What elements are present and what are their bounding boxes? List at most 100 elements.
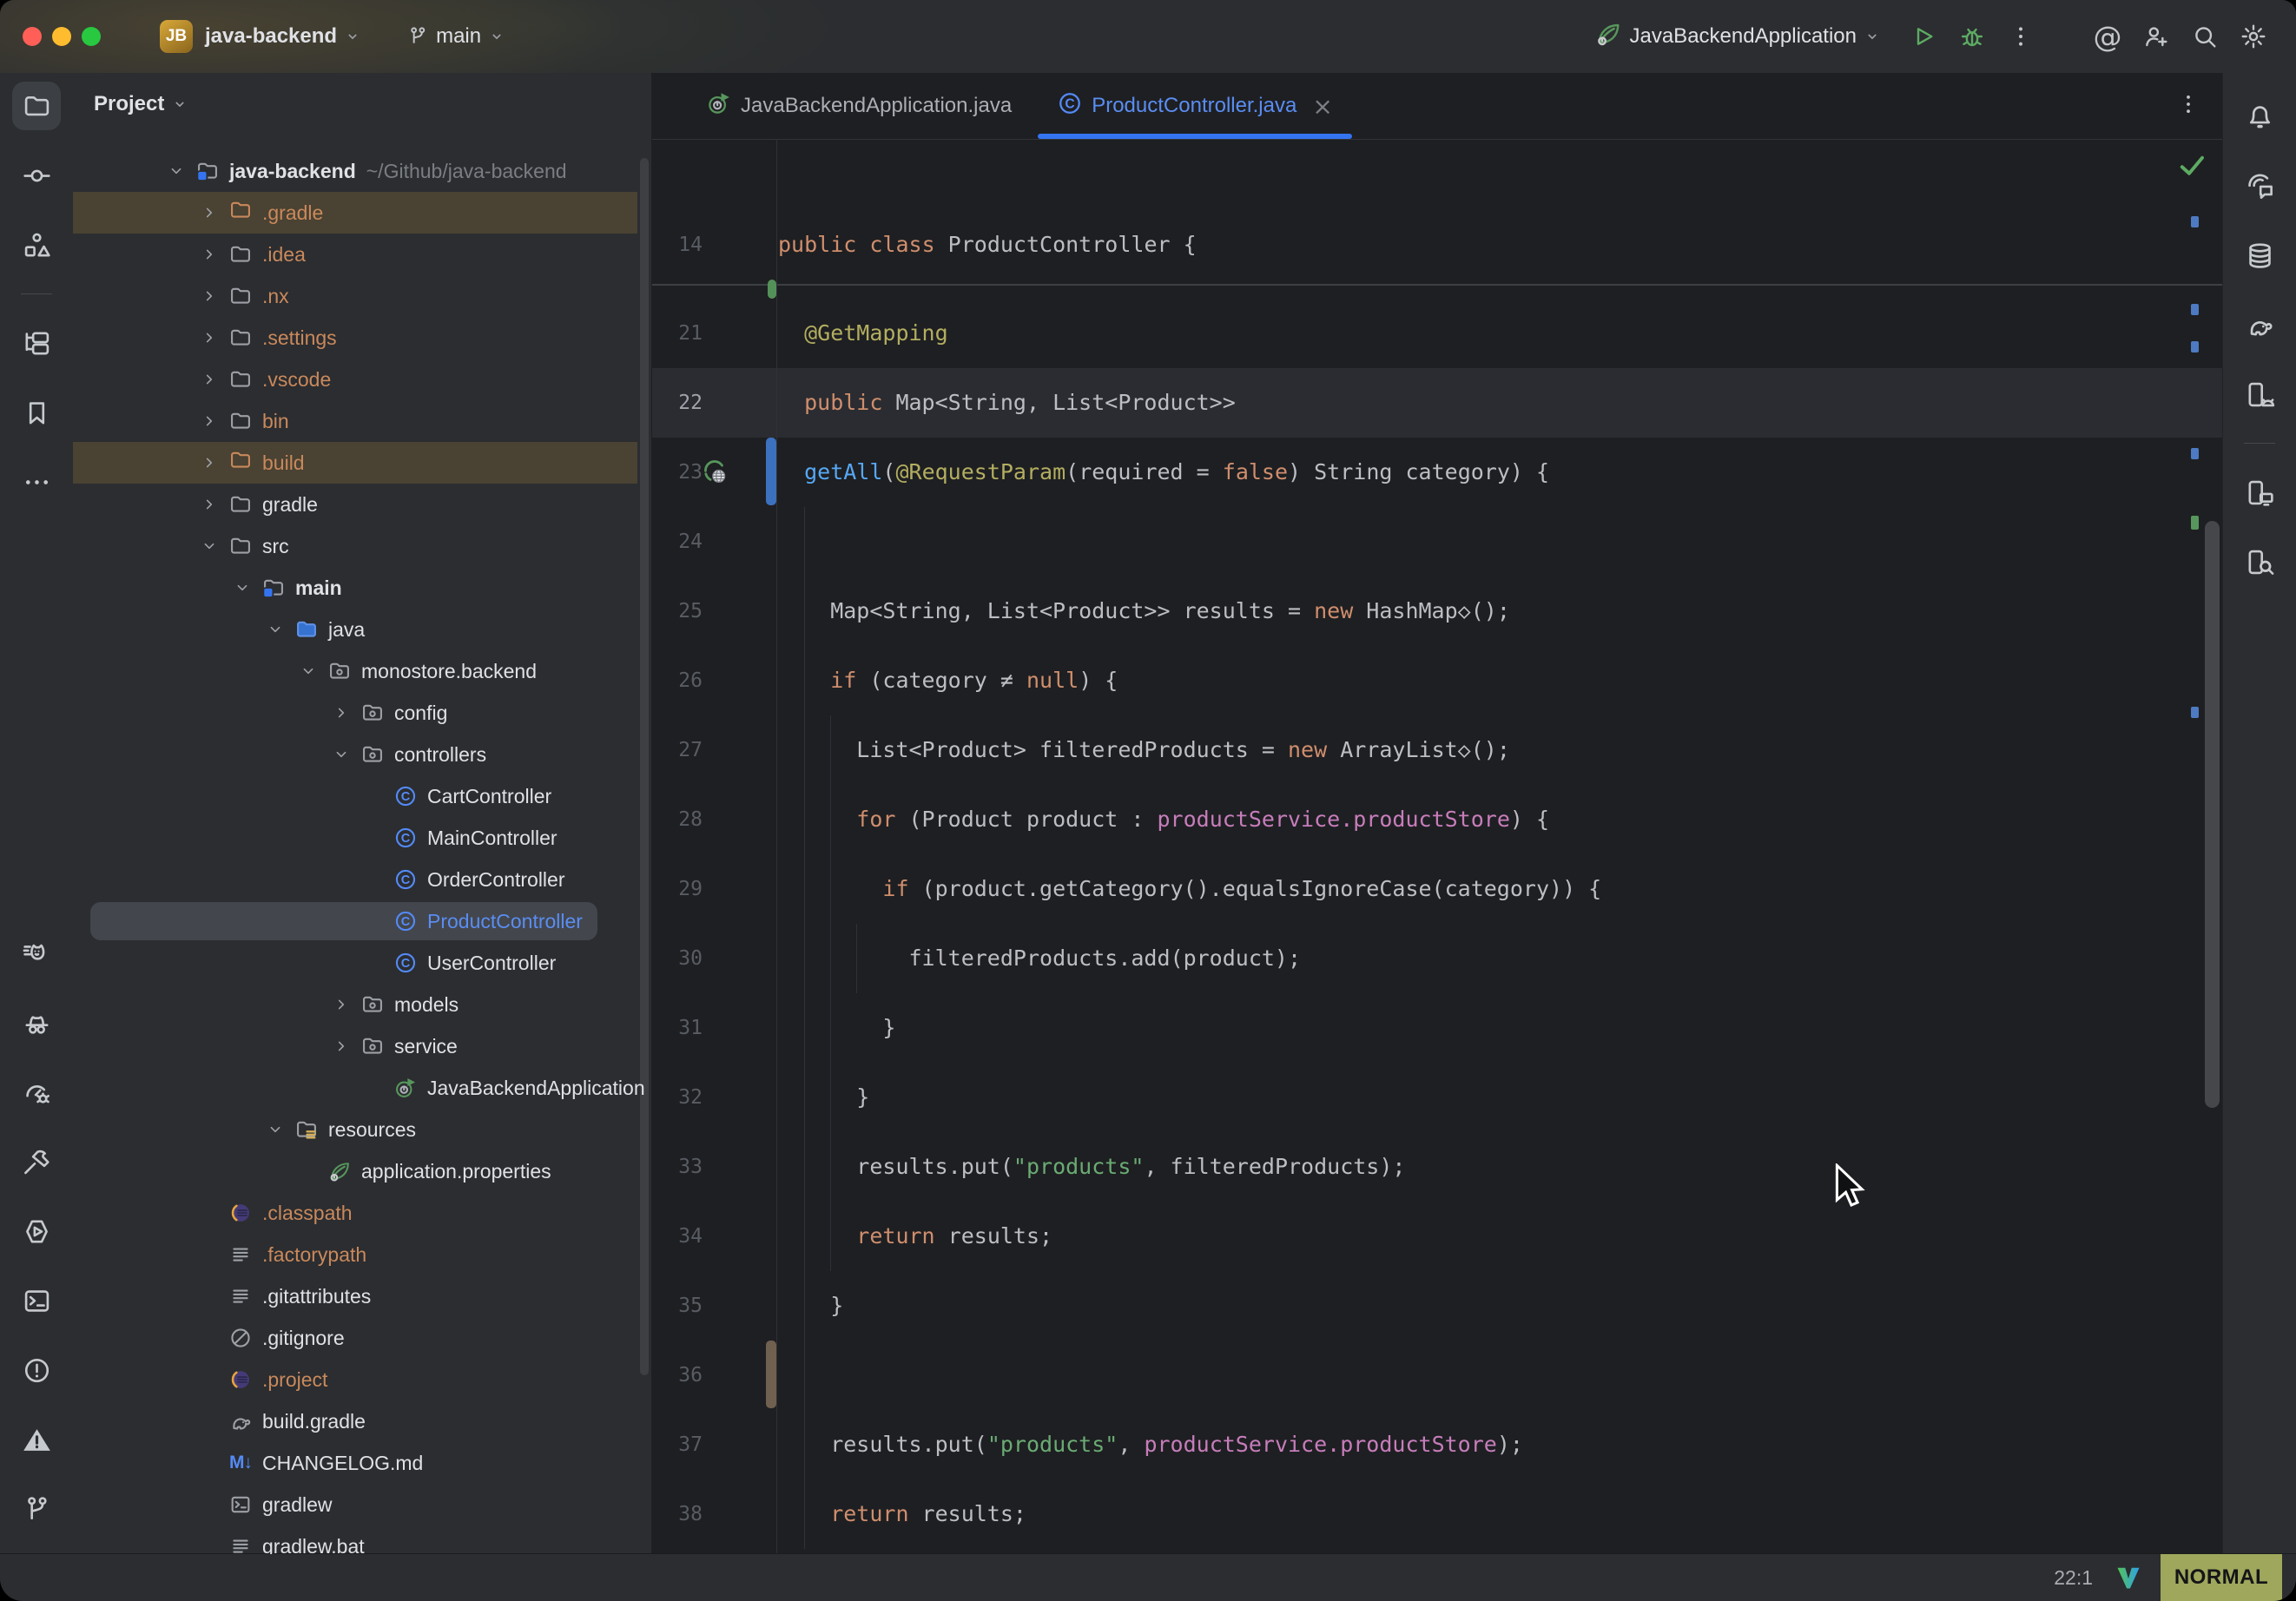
code-line-35[interactable]: } bbox=[652, 1271, 2187, 1341]
project-panel-header[interactable]: Project bbox=[94, 92, 188, 116]
chevron-down-icon[interactable] bbox=[158, 161, 195, 181]
project-icon[interactable] bbox=[12, 82, 61, 130]
tree-item-.factorypath[interactable]: .factorypath bbox=[73, 1234, 637, 1275]
chevron-right-icon[interactable] bbox=[191, 412, 228, 431]
editor-scrollbar[interactable] bbox=[2205, 521, 2220, 1108]
more-icon[interactable] bbox=[12, 458, 61, 506]
code-with-me-button[interactable] bbox=[2136, 16, 2176, 56]
tree-item-.gitignore[interactable]: .gitignore bbox=[73, 1317, 637, 1359]
database-icon[interactable] bbox=[2235, 231, 2284, 280]
vim-mode-badge[interactable]: NORMAL bbox=[2161, 1554, 2282, 1601]
tree-item-CHANGELOG.md[interactable]: M↓CHANGELOG.md bbox=[73, 1442, 637, 1484]
tree-item-.project[interactable]: .project bbox=[73, 1359, 637, 1400]
warnings-icon[interactable] bbox=[12, 1415, 61, 1464]
close-tab-icon[interactable]: × bbox=[1312, 92, 1332, 121]
caret-position[interactable]: 22:1 bbox=[2054, 1566, 2093, 1590]
tree-item-.nx[interactable]: .nx bbox=[73, 275, 637, 317]
tree-item-config[interactable]: config bbox=[73, 692, 637, 734]
error-stripe-mark[interactable] bbox=[2191, 304, 2199, 315]
code-line-23[interactable]: getAll(@RequestParam(required = false) S… bbox=[652, 438, 2187, 507]
notifications-icon[interactable] bbox=[2235, 92, 2284, 141]
ai-assistant-button[interactable]: @ bbox=[2088, 16, 2128, 56]
code-line-24[interactable] bbox=[652, 507, 2187, 576]
run-button[interactable] bbox=[1903, 16, 1943, 56]
chevron-right-icon[interactable] bbox=[191, 245, 228, 264]
bookmarks-icon[interactable] bbox=[12, 388, 61, 437]
error-stripe-mark[interactable] bbox=[2191, 216, 2199, 227]
ideavim-icon[interactable] bbox=[2115, 1565, 2141, 1591]
tree-item-.vscode[interactable]: .vscode bbox=[73, 359, 637, 400]
chevron-down-icon[interactable] bbox=[257, 1120, 294, 1139]
close-window-button[interactable] bbox=[23, 27, 42, 46]
chevron-down-icon[interactable] bbox=[191, 537, 228, 556]
commit-icon[interactable] bbox=[12, 151, 61, 200]
services-icon[interactable] bbox=[12, 1207, 61, 1255]
tree-item-ProductController[interactable]: CProductController bbox=[73, 900, 637, 942]
spring-endpoint-icon[interactable] bbox=[703, 459, 729, 485]
code-line-22[interactable]: public Map<String, List<Product>> bbox=[652, 368, 2187, 438]
tree-item-gradlew.bat[interactable]: gradlew.bat bbox=[73, 1525, 637, 1554]
debug-button[interactable] bbox=[1952, 16, 1992, 56]
tree-item-bin[interactable]: bin bbox=[73, 400, 637, 442]
editor-tab-ProductController.java[interactable]: CProductController.java× bbox=[1034, 73, 1356, 139]
chevron-right-icon[interactable] bbox=[191, 203, 228, 222]
chevron-right-icon[interactable] bbox=[191, 287, 228, 306]
code-line-34[interactable]: return results; bbox=[652, 1202, 2187, 1271]
chevron-right-icon[interactable] bbox=[323, 1037, 360, 1056]
code-line-37[interactable]: results.put("products", productService.p… bbox=[652, 1410, 2187, 1479]
vcs-change-marker[interactable] bbox=[766, 1341, 776, 1408]
vcs-change-marker[interactable] bbox=[766, 438, 776, 505]
tree-item-build[interactable]: build bbox=[73, 442, 637, 484]
vcs-change-marker[interactable] bbox=[768, 280, 776, 299]
zoom-window-button[interactable] bbox=[82, 27, 101, 46]
chevron-right-icon[interactable] bbox=[191, 453, 228, 472]
code-line-30[interactable]: filteredProducts.add(product); bbox=[652, 924, 2187, 993]
code-line-36[interactable] bbox=[652, 1341, 2187, 1410]
tree-item-UserController[interactable]: CUserController bbox=[73, 942, 637, 984]
chevron-right-icon[interactable] bbox=[191, 370, 228, 389]
tree-item-.idea[interactable]: .idea bbox=[73, 234, 637, 275]
code-line-33[interactable]: results.put("products", filteredProducts… bbox=[652, 1132, 2187, 1202]
chevron-down-icon[interactable] bbox=[257, 620, 294, 639]
tree-item-service[interactable]: service bbox=[73, 1025, 637, 1067]
more-actions-button[interactable] bbox=[2001, 16, 2041, 56]
settings-button[interactable] bbox=[2233, 16, 2273, 56]
editor-tab-JavaBackendApplication.java[interactable]: JavaBackendApplication.java bbox=[683, 73, 1034, 139]
gradle-icon[interactable] bbox=[2235, 300, 2284, 349]
error-stripe-mark[interactable] bbox=[2191, 516, 2199, 530]
error-stripe-mark[interactable] bbox=[2191, 707, 2199, 718]
tree-item-.gitattributes[interactable]: .gitattributes bbox=[73, 1275, 637, 1317]
code-line-21[interactable]: @GetMapping bbox=[652, 299, 2187, 368]
tree-item-.gradle[interactable]: .gradle bbox=[73, 192, 637, 234]
chevron-down-icon[interactable] bbox=[290, 662, 327, 681]
tree-item-gradlew[interactable]: gradlew bbox=[73, 1484, 637, 1525]
toolwindows-icon[interactable] bbox=[12, 319, 61, 367]
problems-icon[interactable] bbox=[12, 1346, 61, 1394]
profiler-icon[interactable] bbox=[12, 1068, 61, 1117]
tree-item-OrderController[interactable]: COrderController bbox=[73, 859, 637, 900]
tree-item-monostore.backend[interactable]: monostore.backend bbox=[73, 650, 637, 692]
tree-item-gradle[interactable]: gradle bbox=[73, 484, 637, 525]
code-line-38[interactable]: return results; bbox=[652, 1479, 2187, 1549]
code-line-25[interactable]: Map<String, List<Product>> results = new… bbox=[652, 576, 2187, 646]
chevron-down-icon[interactable] bbox=[323, 745, 360, 764]
tree-item-.settings[interactable]: .settings bbox=[73, 317, 637, 359]
code-line-28[interactable]: for (Product product : productService.pr… bbox=[652, 785, 2187, 854]
run-configuration-selector[interactable]: JavaBackendApplication bbox=[1594, 20, 1881, 54]
version-control-icon[interactable] bbox=[12, 1485, 61, 1533]
tree-item-MainController[interactable]: CMainController bbox=[73, 817, 637, 859]
code-editor[interactable]: 14public class ProductController {21@Get… bbox=[652, 139, 2239, 1554]
tree-item-models[interactable]: models bbox=[73, 984, 637, 1025]
code-line-29[interactable]: if (product.getCategory().equalsIgnoreCa… bbox=[652, 854, 2187, 924]
branch-selector[interactable]: main bbox=[406, 24, 505, 49]
project-selector[interactable]: java-backend bbox=[205, 24, 361, 49]
ai-assistant-icon[interactable] bbox=[2235, 161, 2284, 210]
terminal-icon[interactable] bbox=[12, 1276, 61, 1325]
tab-options-button[interactable] bbox=[2169, 85, 2207, 123]
tree-item-resources[interactable]: resources bbox=[73, 1109, 637, 1150]
tree-item-java[interactable]: java bbox=[73, 609, 637, 650]
folded-region-separator[interactable] bbox=[652, 284, 2239, 286]
tree-item-application.properties[interactable]: application.properties bbox=[73, 1150, 637, 1192]
device-mirroring-icon[interactable] bbox=[2235, 468, 2284, 517]
structure-icon[interactable] bbox=[12, 221, 61, 269]
